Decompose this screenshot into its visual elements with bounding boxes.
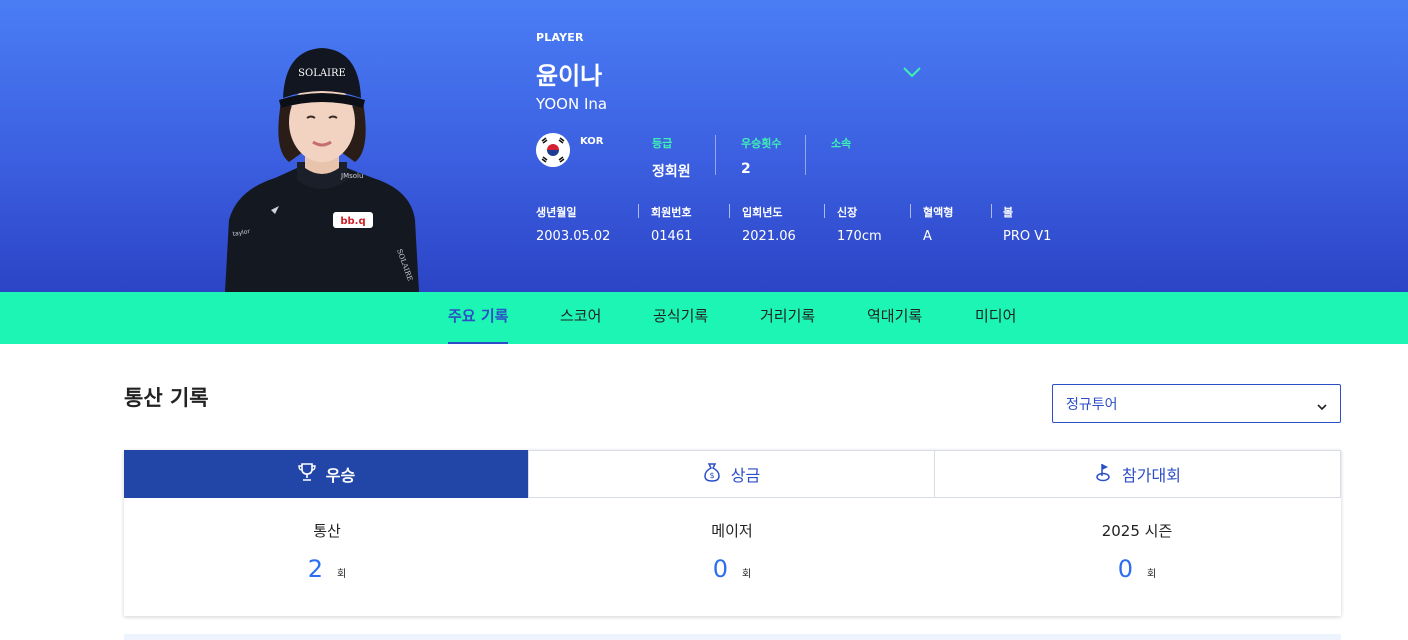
meta-value: 2021.06 <box>742 229 796 244</box>
fact-wins: 우승횟수 2 <box>741 135 781 177</box>
meta-label: 볼 <box>1003 206 1014 219</box>
divider <box>910 204 911 218</box>
player-name-korean: 윤이나 <box>536 62 603 90</box>
korea-flag-icon <box>536 133 570 167</box>
player-name-english: YOON Ina <box>536 95 608 113</box>
trophy-icon <box>298 462 316 486</box>
card-tab-label: 상금 <box>730 466 761 485</box>
stat-label: 메이저 <box>711 522 753 540</box>
next-section-edge <box>124 634 1341 640</box>
svg-text:JMsolu: JMsolu <box>340 172 363 180</box>
meta-ball: 볼 PRO V1 <box>1003 204 1051 244</box>
svg-text:$: $ <box>709 471 714 480</box>
fact-label: 등급 <box>652 137 673 150</box>
divider <box>638 204 639 218</box>
fact-affiliation: 소속 <box>831 135 851 161</box>
stat-major-wins: 메이저 0 회 <box>529 520 935 583</box>
card-tab-label: 참가대회 <box>1122 466 1181 485</box>
svg-text:bb.q: bb.q <box>340 216 365 227</box>
card-tab-label: 우승 <box>325 466 356 485</box>
divider <box>824 204 825 218</box>
divider <box>715 135 716 175</box>
player-select-chevron-icon[interactable] <box>902 64 922 80</box>
stat-unit: 회 <box>337 569 347 580</box>
card-tab-prize-money[interactable]: $ 상금 <box>528 450 935 498</box>
stat-label: 통산 <box>313 522 341 540</box>
nation-code: KOR <box>580 136 604 147</box>
fact-label: 우승횟수 <box>741 137 782 150</box>
meta-label: 신장 <box>837 206 858 219</box>
stat-value: 0 <box>1117 555 1134 583</box>
stat-unit: 회 <box>742 569 752 580</box>
meta-value: 2003.05.02 <box>536 229 611 244</box>
chevron-down-icon <box>1316 398 1328 411</box>
fact-value: 2 <box>741 161 751 177</box>
fact-label: 소속 <box>831 137 852 150</box>
meta-join-year: 입회년도 2021.06 <box>742 204 796 244</box>
player-photo: SOLAIRE bb.q JMsolu SOLAIRE taylor <box>215 40 430 292</box>
money-bag-icon: $ <box>703 462 721 486</box>
meta-value: A <box>923 229 932 244</box>
tour-select-value: 정규투어 <box>1066 397 1118 413</box>
svg-text:SOLAIRE: SOLAIRE <box>298 68 346 79</box>
meta-label: 혈액형 <box>923 206 954 219</box>
divider <box>805 135 806 175</box>
fact-grade: 등급 정회원 <box>652 135 691 181</box>
stat-career-wins: 통산 2 회 <box>124 520 530 583</box>
tab-all-time-records[interactable]: 역대기록 <box>867 292 922 344</box>
tab-distance-records[interactable]: 거리기록 <box>760 292 815 344</box>
card-tab-tournaments-played[interactable]: 참가대회 <box>934 450 1341 498</box>
meta-birthdate: 생년월일 2003.05.02 <box>536 204 610 244</box>
stat-label: 2025 시즌 <box>1101 522 1173 540</box>
player-hero: SOLAIRE bb.q JMsolu SOLAIRE taylor PLAYE… <box>0 0 1408 292</box>
meta-member-number: 회원번호 01461 <box>651 204 692 244</box>
divider <box>729 204 730 218</box>
meta-value: 01461 <box>651 229 693 244</box>
tab-media[interactable]: 미디어 <box>975 292 1016 344</box>
meta-value: 170cm <box>837 229 882 244</box>
meta-blood-type: 혈액형 A <box>923 204 953 244</box>
meta-label: 회원번호 <box>651 206 692 219</box>
tab-score[interactable]: 스코어 <box>560 292 601 344</box>
stat-value: 2 <box>307 555 324 583</box>
golf-flag-icon <box>1094 462 1112 486</box>
fact-value: 정회원 <box>652 164 691 180</box>
meta-label: 생년월일 <box>536 206 577 219</box>
stat-unit: 회 <box>1147 569 1157 580</box>
meta-value: PRO V1 <box>1003 229 1052 244</box>
meta-label: 입회년도 <box>742 206 783 219</box>
tour-select[interactable]: 정규투어 <box>1052 384 1341 423</box>
player-eyebrow: PLAYER <box>536 31 584 44</box>
stat-season-wins: 2025 시즌 0 회 <box>934 520 1340 583</box>
profile-tab-bar: 주요 기록 스코어 공식기록 거리기록 역대기록 미디어 <box>0 292 1408 344</box>
stat-value: 0 <box>712 555 729 583</box>
card-tab-wins[interactable]: 우승 <box>124 450 529 498</box>
career-records-card: 우승 $ 상금 참가대회 통산 2 회 메이저 0 회 2025 시즌 0 회 <box>124 450 1341 616</box>
tab-official-records[interactable]: 공식기록 <box>653 292 708 344</box>
section-title: 통산 기록 <box>124 386 209 410</box>
tab-main-records[interactable]: 주요 기록 <box>448 292 509 344</box>
meta-height: 신장 170cm <box>837 204 882 244</box>
divider <box>991 204 992 218</box>
